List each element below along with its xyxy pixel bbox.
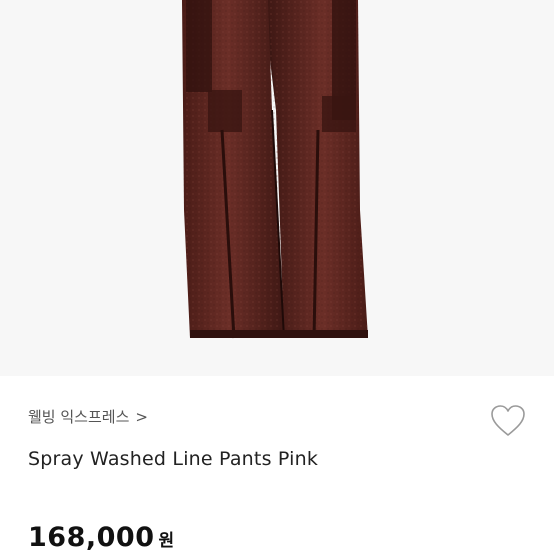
- heart-outline-icon[interactable]: [490, 404, 526, 438]
- brand-link[interactable]: 웰빙 익스프레스 >: [28, 406, 148, 427]
- pants-illustration: [182, 0, 368, 339]
- price-currency: 원: [158, 531, 175, 551]
- product-image[interactable]: [0, 0, 554, 376]
- product-price: 168,000 원: [28, 522, 174, 553]
- product-title: Spray Washed Line Pants Pink: [28, 448, 319, 470]
- product-info: 웰빙 익스프레스 > Spray Washed Line Pants Pink …: [0, 376, 554, 554]
- price-value: 168,000: [28, 522, 155, 553]
- chevron-right-icon: >: [135, 407, 148, 426]
- brand-name: 웰빙 익스프레스: [28, 408, 130, 426]
